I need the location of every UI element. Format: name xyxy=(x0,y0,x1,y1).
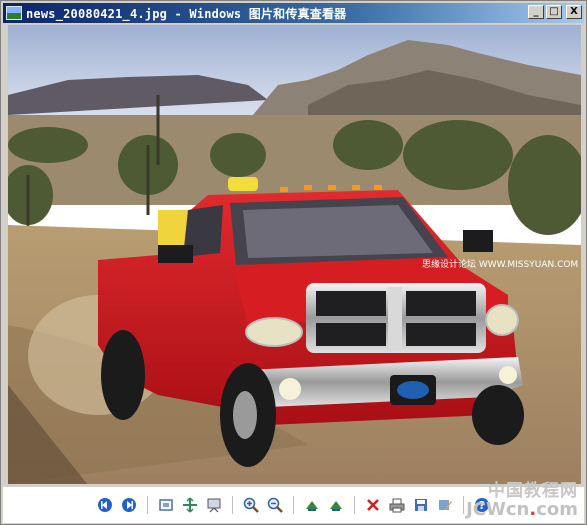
slideshow-button[interactable] xyxy=(205,496,223,514)
site-watermark-en: JCWcn.com xyxy=(466,501,578,519)
rotate-clockwise-button[interactable] xyxy=(303,496,321,514)
brand-suffix: com xyxy=(536,499,578,520)
best-fit-button[interactable] xyxy=(157,496,175,514)
best-fit-icon xyxy=(159,499,173,511)
copy-to-button[interactable] xyxy=(412,496,430,514)
save-icon xyxy=(415,499,427,511)
edit-icon xyxy=(439,500,452,510)
actual-size-icon xyxy=(183,497,197,513)
image-watermark: 思缘设计论坛 WWW.MISSYUAN.COM xyxy=(422,258,578,270)
picture-viewer-icon xyxy=(6,6,22,20)
next-circle-icon xyxy=(122,498,136,512)
truck-photo: 思缘设计论坛 WWW.MISSYUAN.COM xyxy=(8,25,581,484)
window-title: news_20080421_4.jpg - Windows 图片和传真查看器 xyxy=(26,6,347,21)
image-viewport[interactable]: 思缘设计论坛 WWW.MISSYUAN.COM xyxy=(8,25,581,484)
zoom-in-icon xyxy=(243,497,259,513)
print-icon xyxy=(389,498,405,513)
image-viewer-window: news_20080421_4.jpg - Windows 图片和传真查看器 _… xyxy=(0,0,587,525)
title-bar[interactable]: news_20080421_4.jpg - Windows 图片和传真查看器 _… xyxy=(3,3,584,23)
site-watermark: 中国教程网 JCWcn.com xyxy=(466,476,578,519)
toolbar-separator xyxy=(293,496,294,514)
toolbar-separator xyxy=(463,496,464,514)
rotate-ccw-icon xyxy=(330,501,342,511)
prev-circle-icon xyxy=(98,498,112,512)
zoom-in-button[interactable] xyxy=(242,496,260,514)
delete-icon xyxy=(367,499,379,511)
brand-prefix: JCWcn xyxy=(466,499,530,520)
print-button[interactable] xyxy=(388,496,406,514)
site-watermark-cn: 中国教程网 xyxy=(488,481,578,501)
zoom-out-button[interactable] xyxy=(266,496,284,514)
zoom-out-icon xyxy=(267,497,283,513)
previous-image-button[interactable] xyxy=(96,496,114,514)
toolbar-separator xyxy=(232,496,233,514)
toolbar-separator xyxy=(147,496,148,514)
close-button[interactable]: X xyxy=(566,5,582,19)
minimize-button[interactable]: _ xyxy=(528,5,544,19)
slideshow-icon xyxy=(207,498,221,513)
next-image-button[interactable] xyxy=(120,496,138,514)
rotate-counterclockwise-button[interactable] xyxy=(327,496,345,514)
rotate-cw-icon xyxy=(306,501,318,511)
actual-size-button[interactable] xyxy=(181,496,199,514)
open-for-editing-button[interactable] xyxy=(436,496,454,514)
toolbar-separator xyxy=(354,496,355,514)
delete-button[interactable] xyxy=(364,496,382,514)
maximize-button[interactable]: □ xyxy=(546,5,562,19)
viewer-toolbar: ? 中国教程网 JCWcn.com xyxy=(3,481,584,523)
window-controls: _ □ X xyxy=(528,5,582,19)
